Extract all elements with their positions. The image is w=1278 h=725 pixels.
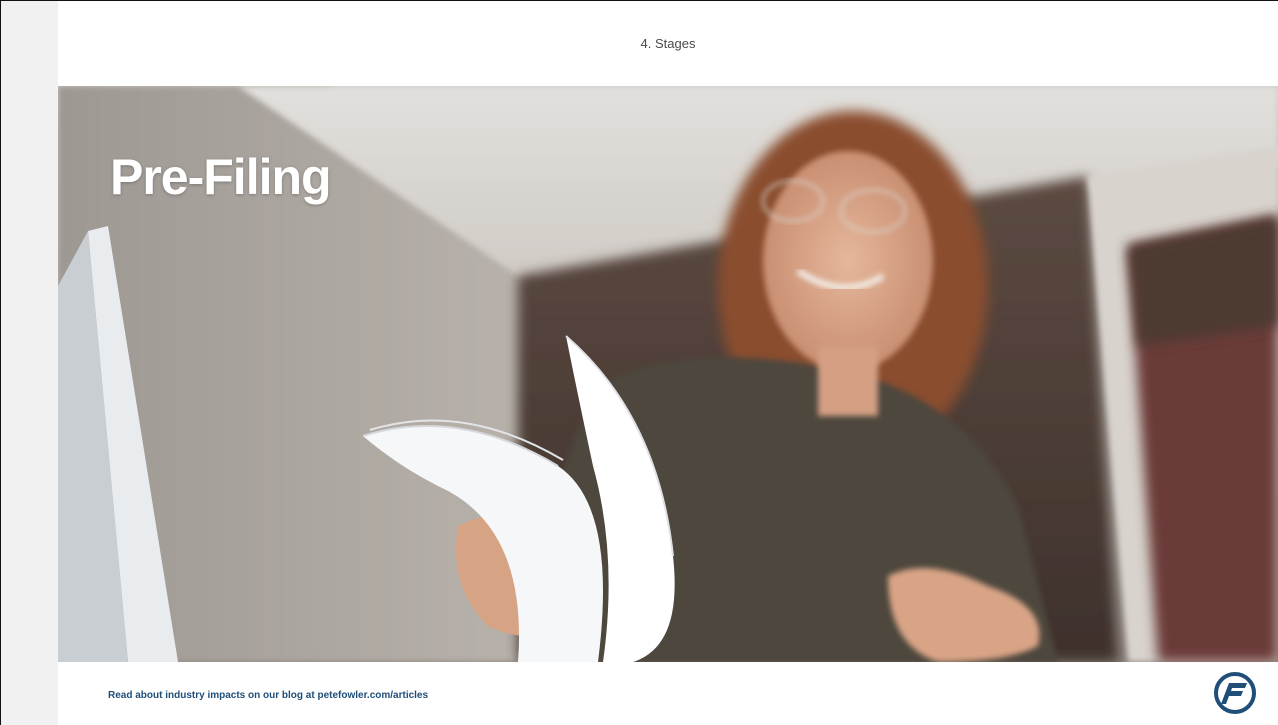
pete-fowler-logo-icon [1214,672,1256,714]
left-sidebar-strip [1,1,58,725]
slide: 4. Stages Pre-Filing Read about industry… [58,1,1278,725]
hero-photo: Pre-Filing [58,86,1278,662]
slide-footer: Read about industry impacts on our blog … [58,662,1278,725]
slide-title: Pre-Filing [110,149,332,205]
slide-header: 4. Stages [58,1,1278,86]
footer-blog-link[interactable]: Read about industry impacts on our blog … [108,690,428,701]
slide-section-label: 4. Stages [640,36,696,51]
